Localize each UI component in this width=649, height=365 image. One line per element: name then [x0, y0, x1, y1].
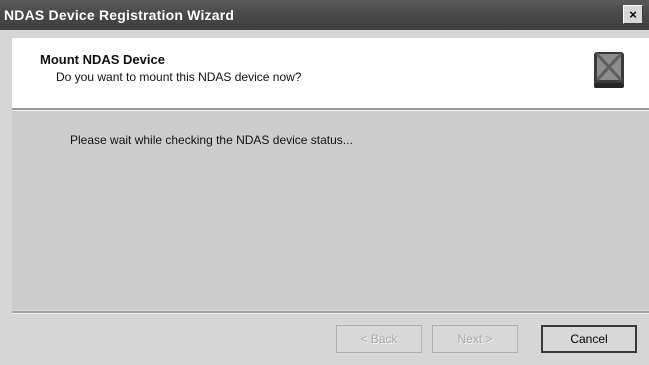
page-subtitle: Do you want to mount this NDAS device no… — [56, 70, 302, 84]
cancel-button[interactable]: Cancel — [541, 325, 637, 353]
page-title: Mount NDAS Device — [40, 52, 165, 67]
ndas-device-icon — [594, 52, 624, 88]
back-button[interactable]: < Back — [336, 325, 422, 353]
wizard-header: Mount NDAS Device Do you want to mount t… — [12, 38, 649, 108]
close-button[interactable]: × — [623, 5, 643, 24]
wizard-body: Please wait while checking the NDAS devi… — [12, 111, 649, 310]
close-icon: × — [629, 7, 637, 22]
status-message: Please wait while checking the NDAS devi… — [70, 133, 353, 147]
window-title: NDAS Device Registration Wizard — [4, 7, 235, 23]
next-button[interactable]: Next > — [432, 325, 518, 353]
footer-divider — [12, 311, 649, 314]
wizard-window: NDAS Device Registration Wizard × Mount … — [0, 0, 649, 365]
title-bar[interactable]: NDAS Device Registration Wizard × — [0, 0, 649, 30]
